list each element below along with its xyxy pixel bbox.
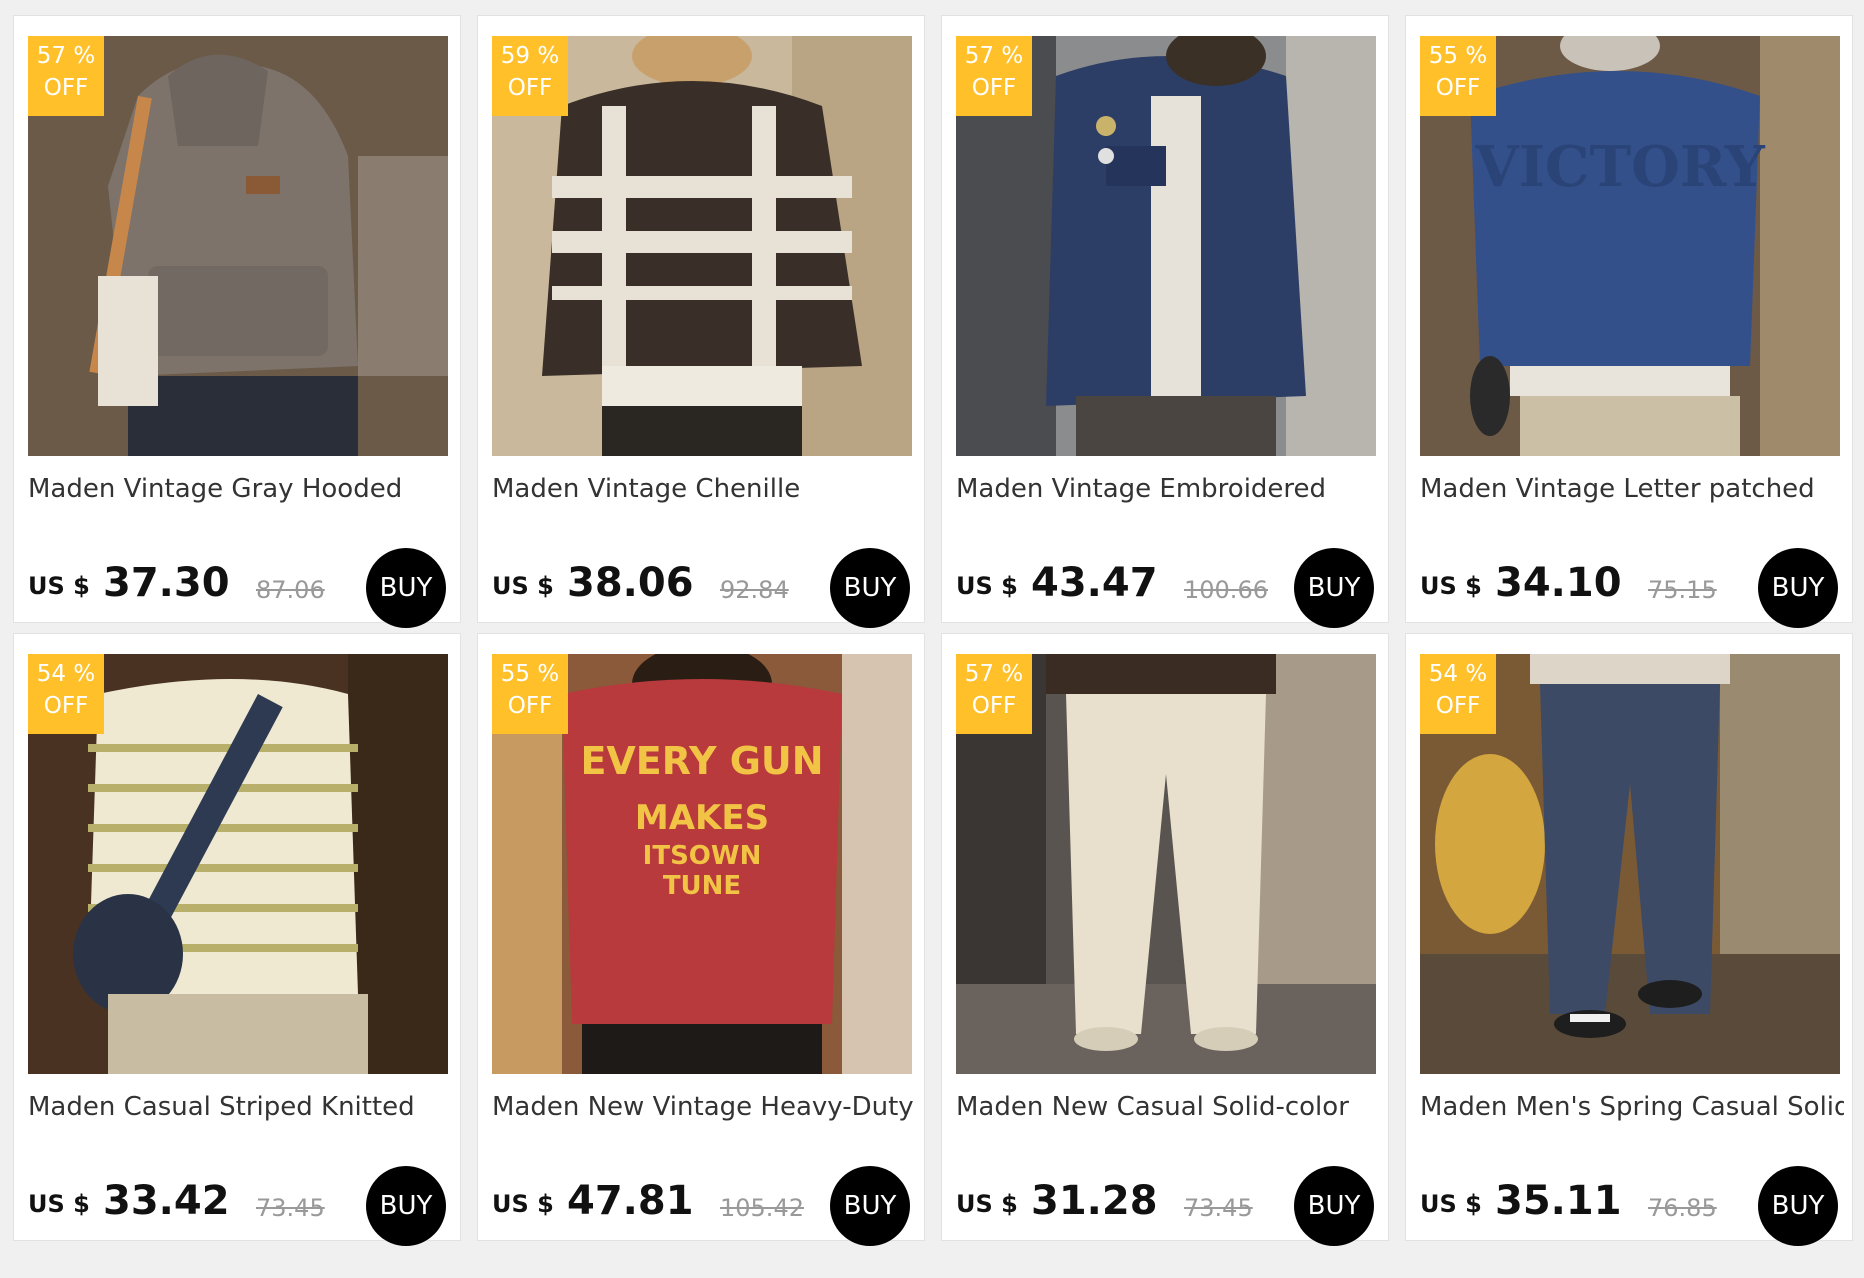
product-image[interactable]: EVERY GUN MAKES ITSOWN TUNE 55 % OFF [492, 654, 912, 1074]
currency-label: US $ [28, 572, 90, 600]
original-price: 87.06 [256, 576, 325, 604]
jacket-print-line1: EVERY GUN [580, 739, 823, 783]
price-row: US $ 34.10 75.15 BUY [1420, 548, 1840, 628]
product-card[interactable]: 57 % OFF Maden Vintage Gray Hooded US $ … [13, 15, 461, 628]
discount-percent: 54 % [1428, 661, 1488, 687]
price-row: US $ 35.11 76.85 BUY [1420, 1166, 1840, 1246]
discount-percent: 57 % [36, 43, 96, 69]
price-row: US $ 37.30 87.06 BUY [28, 548, 448, 628]
buy-button[interactable]: BUY [366, 548, 446, 628]
discount-percent: 59 % [500, 43, 560, 69]
original-price: 73.45 [256, 1194, 325, 1222]
discount-badge: 55 % OFF [1420, 36, 1496, 116]
currency-label: US $ [956, 1190, 1018, 1218]
currency-label: US $ [1420, 572, 1482, 600]
price-row: US $ 38.06 92.84 BUY [492, 548, 912, 628]
jacket-print-line2: MAKES [635, 798, 769, 838]
original-price: 100.66 [1184, 576, 1268, 604]
discount-off-label: OFF [971, 693, 1017, 719]
discount-off-label: OFF [43, 693, 89, 719]
discount-badge: 54 % OFF [28, 654, 104, 734]
discount-percent: 55 % [1428, 43, 1488, 69]
currency-label: US $ [492, 572, 554, 600]
buy-button[interactable]: BUY [1758, 1166, 1838, 1246]
product-title[interactable]: Maden Vintage Letter patched [1420, 474, 1844, 504]
currency-label: US $ [492, 1190, 554, 1218]
sale-price: 35.11 [1495, 1178, 1622, 1224]
product-card[interactable]: 59 % OFF Maden Vintage Chenille US $ 38.… [477, 15, 925, 628]
discount-off-label: OFF [507, 693, 553, 719]
sale-price: 31.28 [1031, 1178, 1158, 1224]
buy-button[interactable]: BUY [830, 548, 910, 628]
sale-price: 47.81 [567, 1178, 694, 1224]
currency-label: US $ [956, 572, 1018, 600]
product-image[interactable]: 57 % OFF [28, 36, 448, 456]
jacket-print-line4: TUNE [663, 871, 741, 901]
product-title[interactable]: Maden New Vintage Heavy-Duty [492, 1092, 916, 1122]
price-row: US $ 31.28 73.45 BUY [956, 1166, 1376, 1246]
sale-price: 34.10 [1495, 560, 1622, 606]
buy-button[interactable]: BUY [1758, 548, 1838, 628]
discount-off-label: OFF [1435, 75, 1481, 101]
price-row: US $ 43.47 100.66 BUY [956, 548, 1376, 628]
discount-badge: 55 % OFF [492, 654, 568, 734]
product-title[interactable]: Maden Vintage Chenille [492, 474, 916, 504]
product-image[interactable]: 59 % OFF [492, 36, 912, 456]
buy-button[interactable]: BUY [366, 1166, 446, 1246]
product-grid: 57 % OFF Maden Vintage Gray Hooded US $ … [0, 0, 1864, 1278]
discount-badge: 54 % OFF [1420, 654, 1496, 734]
product-image[interactable]: VICTORY 55 % OFF [1420, 36, 1840, 456]
product-image[interactable]: 57 % OFF [956, 654, 1376, 1074]
price-row: US $ 33.42 73.45 BUY [28, 1166, 448, 1246]
discount-percent: 57 % [964, 661, 1024, 687]
discount-badge: 57 % OFF [956, 654, 1032, 734]
product-title[interactable]: Maden Casual Striped Knitted [28, 1092, 452, 1122]
sale-price: 33.42 [103, 1178, 230, 1224]
discount-off-label: OFF [507, 75, 553, 101]
discount-badge: 59 % OFF [492, 36, 568, 116]
discount-badge: 57 % OFF [956, 36, 1032, 116]
product-image[interactable]: 54 % OFF [1420, 654, 1840, 1074]
svg-text:VICTORY: VICTORY [1474, 134, 1765, 200]
product-title[interactable]: Maden Vintage Gray Hooded [28, 474, 452, 504]
discount-off-label: OFF [1435, 693, 1481, 719]
original-price: 75.15 [1648, 576, 1717, 604]
product-image[interactable]: 57 % OFF [956, 36, 1376, 456]
currency-label: US $ [28, 1190, 90, 1218]
original-price: 105.42 [720, 1194, 804, 1222]
discount-percent: 57 % [964, 43, 1024, 69]
discount-off-label: OFF [971, 75, 1017, 101]
buy-button[interactable]: BUY [1294, 548, 1374, 628]
product-image[interactable]: 54 % OFF [28, 654, 448, 1074]
product-card[interactable]: EVERY GUN MAKES ITSOWN TUNE 55 % OFF Mad… [477, 633, 925, 1246]
sale-price: 43.47 [1031, 560, 1158, 606]
original-price: 73.45 [1184, 1194, 1253, 1222]
currency-label: US $ [1420, 1190, 1482, 1218]
product-title[interactable]: Maden Vintage Embroidered [956, 474, 1380, 504]
product-card[interactable]: 54 % OFF Maden Casual Striped Knitted US… [13, 633, 461, 1246]
buy-button[interactable]: BUY [1294, 1166, 1374, 1246]
buy-button[interactable]: BUY [830, 1166, 910, 1246]
product-card[interactable]: 57 % OFF Maden Vintage Embroidered US $ … [941, 15, 1389, 628]
sale-price: 38.06 [567, 560, 694, 606]
product-card[interactable]: VICTORY 55 % OFF Maden Vintage Letter pa… [1405, 15, 1853, 628]
product-card[interactable]: 54 % OFF Maden Men's Spring Casual Solid… [1405, 633, 1853, 1246]
product-title[interactable]: Maden New Casual Solid-color [956, 1092, 1380, 1122]
price-row: US $ 47.81 105.42 BUY [492, 1166, 912, 1246]
discount-percent: 55 % [500, 661, 560, 687]
original-price: 92.84 [720, 576, 789, 604]
product-title[interactable]: Maden Men's Spring Casual Solid [1420, 1092, 1844, 1122]
discount-badge: 57 % OFF [28, 36, 104, 116]
jacket-print-line3: ITSOWN [643, 841, 762, 871]
sale-price: 37.30 [103, 560, 230, 606]
product-card[interactable]: 57 % OFF Maden New Casual Solid-color US… [941, 633, 1389, 1246]
discount-off-label: OFF [43, 75, 89, 101]
original-price: 76.85 [1648, 1194, 1717, 1222]
discount-percent: 54 % [36, 661, 96, 687]
